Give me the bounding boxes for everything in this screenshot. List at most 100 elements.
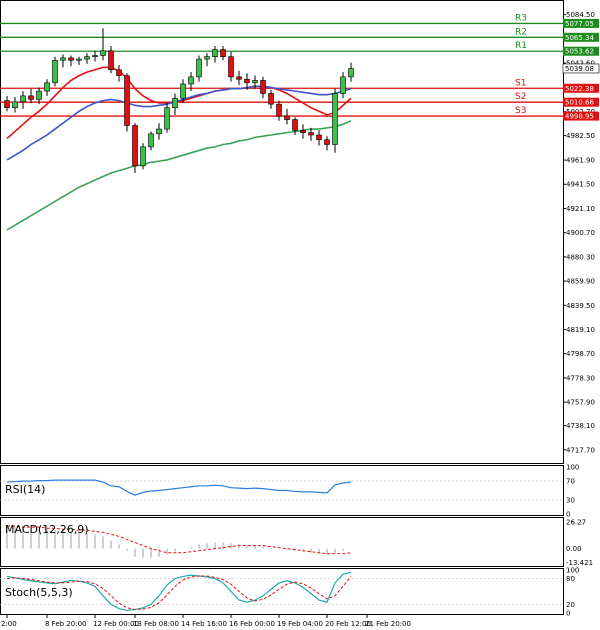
candle-body-down [68, 57, 74, 61]
candle-body-down [220, 49, 226, 57]
candle-body-down [316, 134, 322, 141]
price-tick-label: 4819.10 [566, 326, 595, 334]
candle-body-up [332, 93, 338, 145]
candle-body-up [92, 55, 98, 57]
candle-body-up [188, 76, 194, 85]
time-tick-label: 2:00 [1, 620, 17, 628]
level-name-s3: S3 [515, 106, 526, 116]
stoch-title: Stoch(5,5,3) [5, 586, 73, 599]
candle-body-down [276, 103, 282, 117]
candle-body-up [252, 80, 258, 84]
level-value-r2: 5065.34 [565, 34, 594, 42]
candle-body-up [180, 83, 186, 99]
candle-body-down [260, 80, 266, 94]
time-tick-label: 16 Feb 00:00 [229, 620, 275, 628]
time-tick-label: 19 Feb 04:00 [277, 620, 323, 628]
macd-title: MACD(12,26,9) [5, 523, 89, 536]
rsi-tick-label: 100 [566, 464, 579, 472]
level-value-r1: 5053.62 [565, 48, 594, 56]
candle-body-up [100, 50, 106, 56]
candle-body-up [348, 68, 354, 78]
candle [124, 73, 130, 132]
level-name-s2: S2 [515, 92, 526, 102]
level-name-r1: R1 [515, 41, 527, 51]
stoch-tick-label: 0 [566, 610, 570, 618]
candle-body-up [84, 56, 90, 60]
price-tick-label: 4941.50 [566, 181, 595, 189]
candle-body-up [196, 58, 202, 78]
stoch-tick-label: 80 [566, 575, 575, 583]
pivot-level-tags: 5077.05 5065.34 5053.62 5022.38 5010.66 4998.… [562, 18, 600, 121]
level-name-r3: R3 [515, 13, 527, 23]
candle-body-up [172, 97, 178, 109]
price-tick-label: 4757.90 [566, 399, 595, 407]
stoch-tick-label: 100 [566, 567, 579, 575]
candle-body-down [300, 129, 306, 133]
price-tick-label: 5084.50 [566, 11, 595, 19]
candle-body-down [284, 115, 290, 120]
candle-body-down [132, 125, 138, 167]
candle-body-down [124, 75, 130, 126]
candle-body-up [140, 146, 146, 167]
level-value-s1: 5022.38 [565, 85, 594, 93]
price-tick-label: 4921.10 [566, 205, 595, 213]
candle-body-down [4, 100, 10, 109]
candle-body-down [108, 50, 114, 71]
rsi-title: RSI(14) [5, 483, 45, 496]
candle-body-up [340, 76, 346, 94]
price-tick-label: 4738.10 [566, 422, 595, 430]
candle-body-down [116, 69, 122, 76]
candle-body-down [236, 76, 242, 80]
price-tick-label: 4778.30 [566, 374, 595, 382]
candle-body-up [60, 57, 66, 61]
candle-body-down [324, 139, 330, 145]
level-value-s3: 4998.95 [565, 113, 594, 121]
macd-tick-label: 0.00 [566, 545, 582, 553]
candle [52, 56, 58, 87]
time-tick-label: 13 Feb 08:00 [133, 620, 179, 628]
price-tick-label: 4900.70 [566, 229, 595, 237]
candle-body-down [28, 95, 34, 100]
stoch-tick-label: 20 [566, 601, 575, 609]
price-chart: R3R2R1S1S2S3 5084.505063.755043.605022.8… [0, 0, 600, 630]
time-tick-label: 8 Feb 20:00 [45, 620, 86, 628]
level-value-s2: 5010.66 [565, 99, 594, 107]
candle-body-up [204, 56, 210, 60]
level-name-s1: S1 [515, 78, 526, 88]
candle-body-up [44, 82, 50, 92]
candle [332, 88, 338, 153]
time-tick-label: 21 Feb 20:00 [365, 620, 411, 628]
candle-body-up [76, 58, 82, 61]
candle-body-up [148, 133, 154, 148]
price-tick-label: 4982.50 [566, 132, 595, 140]
level-value-r3: 5077.05 [565, 20, 594, 28]
level-name-r2: R2 [515, 27, 527, 37]
candle-body-up [52, 59, 58, 84]
macd-tick-label: 26.27 [566, 518, 586, 526]
rsi-tick-label: 30 [566, 496, 575, 504]
candle-body-up [20, 95, 26, 103]
price-tick-label: 4859.90 [566, 278, 595, 286]
candle-body-up [36, 90, 42, 100]
price-tick-label: 4839.50 [566, 302, 595, 310]
candle-body-down [292, 119, 298, 131]
candle-body-down [228, 56, 234, 78]
candle-body-down [268, 93, 274, 105]
time-tick-label: 14 Feb 16:00 [181, 620, 227, 628]
candle-body-up [156, 128, 162, 135]
candle [140, 143, 146, 170]
price-tick-label: 4880.30 [566, 253, 595, 261]
price-tick-label: 4961.90 [566, 157, 595, 165]
candle-body-down [308, 132, 314, 136]
rsi-tick-label: 70 [566, 478, 575, 486]
candle-body-up [164, 107, 170, 130]
price-tick-label: 4798.70 [566, 350, 595, 358]
candle [164, 102, 170, 133]
candle-body-up [12, 101, 18, 109]
candle [132, 123, 138, 173]
candle-body-down [244, 78, 250, 84]
candle-body-up [212, 49, 218, 57]
price-tick-label: 4717.70 [566, 446, 595, 454]
candle [228, 51, 234, 82]
current-price-label: 5039.08 [565, 65, 594, 73]
